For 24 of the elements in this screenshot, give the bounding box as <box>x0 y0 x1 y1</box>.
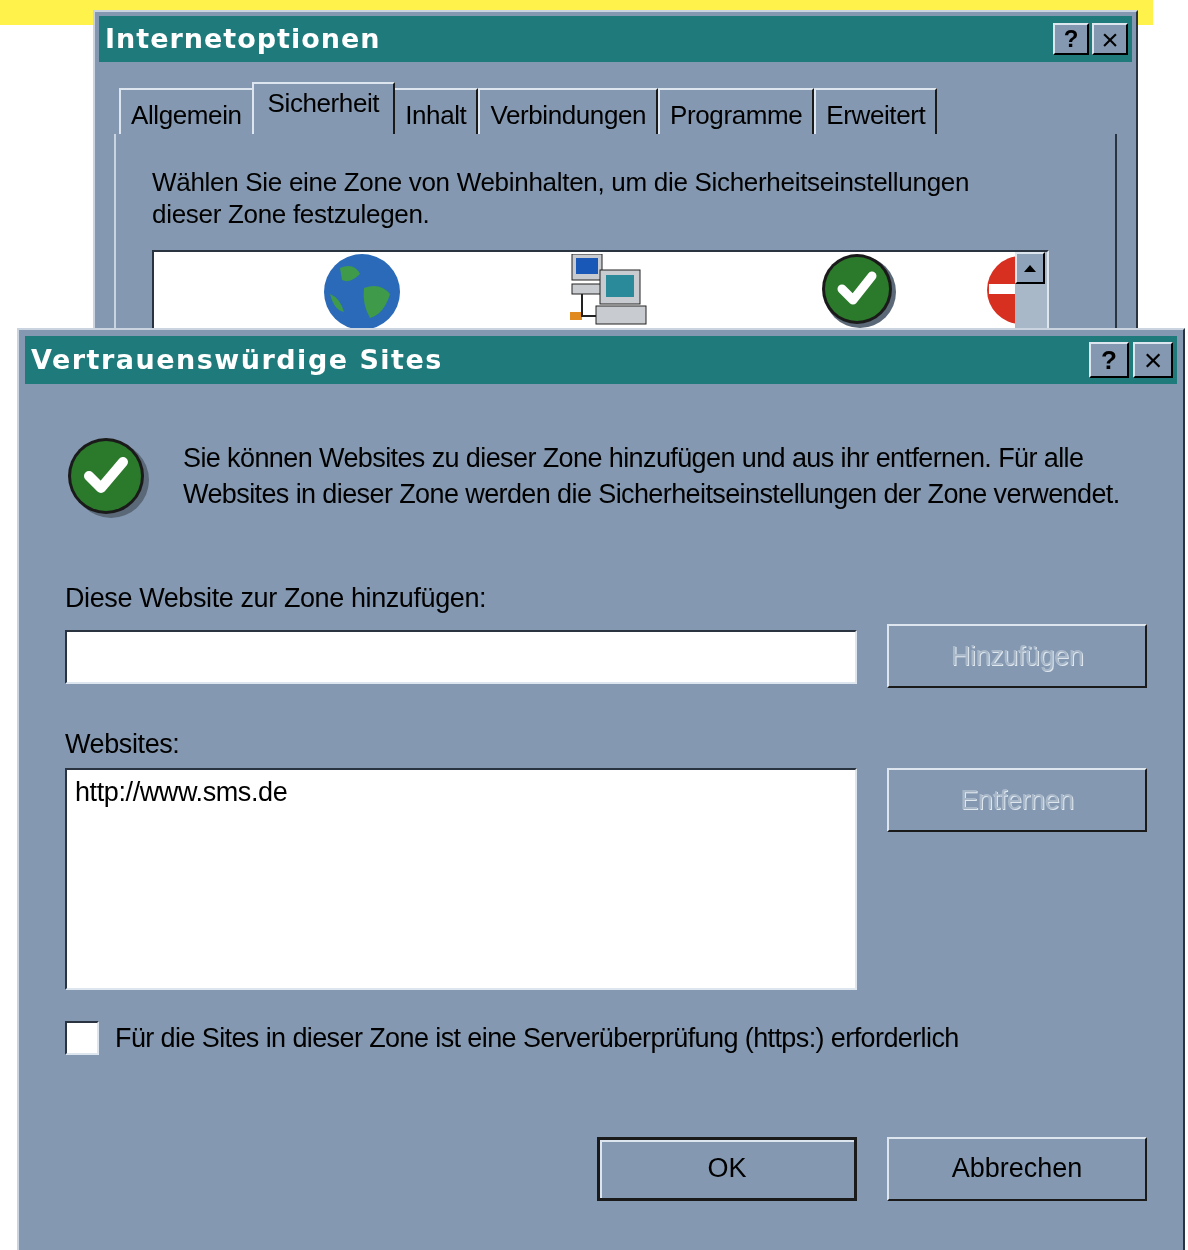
close-button[interactable]: × <box>1092 23 1128 55</box>
help-button[interactable]: ? <box>1089 342 1129 378</box>
dialog-button[interactable]: OK <box>597 1136 857 1201</box>
tab[interactable]: Programme <box>658 88 815 134</box>
description-text: Sie können Websites zu dieser Zone hinzufügen und aus ihr entfernen. Für alle Websites in dieser Zone werden die Sicherheitseinstellungen der Zone verwendet. <box>183 442 1121 511</box>
scroll-up-button[interactable] <box>1015 252 1045 284</box>
tab[interactable]: Erweitert <box>814 88 938 134</box>
websites-label: Websites: <box>65 728 180 760</box>
tab[interactable]: Inhalt <box>393 88 479 134</box>
help-button[interactable]: ? <box>1053 23 1089 55</box>
tab[interactable]: Sicherheit <box>251 82 396 134</box>
https-checkbox[interactable] <box>65 1021 99 1056</box>
dialog-button[interactable]: Abbrechen <box>887 1136 1147 1201</box>
https-checkbox-label: Für die Sites in dieser Zone ist eine Serverüberprüfung (https:) erforderlich <box>115 1022 959 1055</box>
tab[interactable]: Verbindungen <box>478 88 659 134</box>
tab[interactable]: Allgemein <box>119 88 254 134</box>
up-arrow-icon <box>1024 264 1036 272</box>
website-entry[interactable]: http://www.sms.de <box>75 774 288 810</box>
window-title: Internetoptionen <box>105 21 381 56</box>
close-button[interactable]: × <box>1133 342 1173 378</box>
add-site-label: Diese Website zur Zone hinzufügen: <box>65 582 487 614</box>
site-input-field[interactable] <box>65 630 857 684</box>
instruction-text: Wählen Sie eine Zone von Webinhalten, um die Sicherheitseinstellungen dieser Zone festzulegen. <box>152 166 971 230</box>
dialog-title: Vertrauenswürdige Sites <box>31 342 443 377</box>
